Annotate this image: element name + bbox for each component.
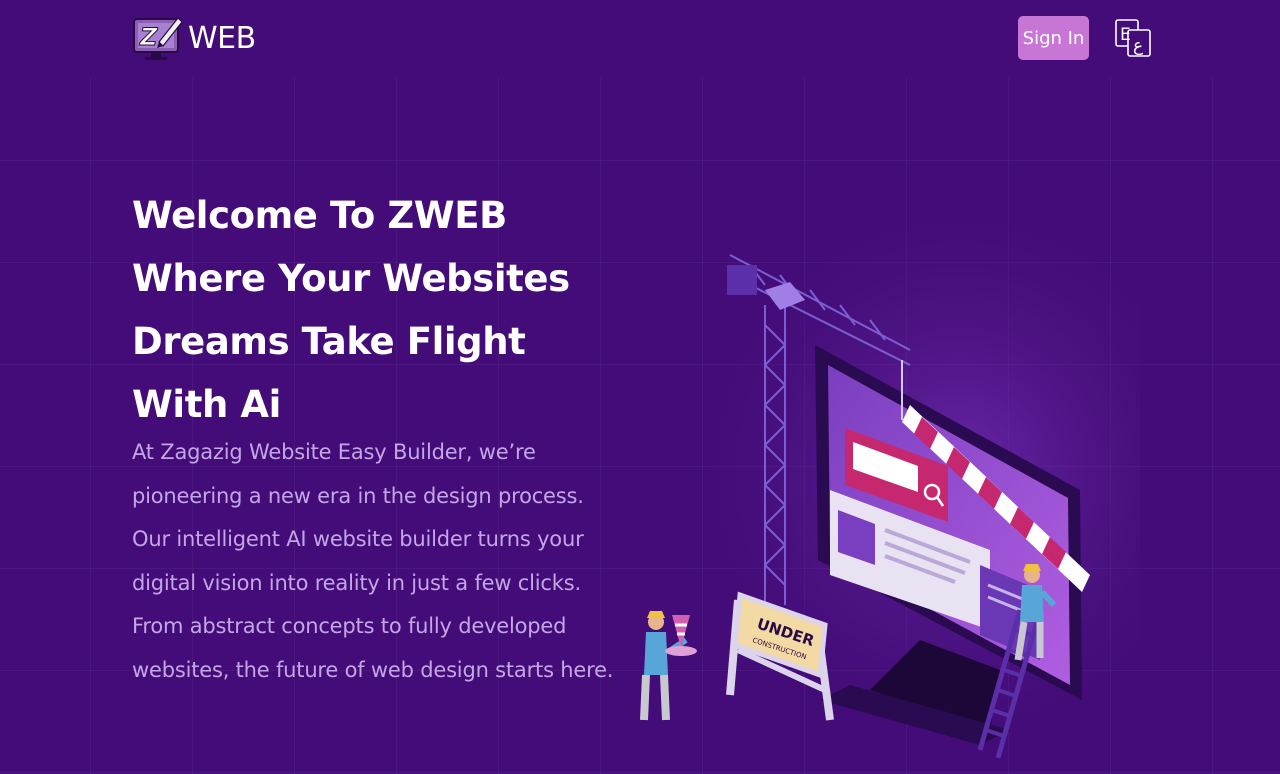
construction-illustration: UNDER CONSTRUCTION [620,230,1140,770]
logo[interactable]: Z WEB [132,12,256,64]
navbar: Z WEB Sign In E ع [0,0,1280,78]
svg-text:Z: Z [139,23,158,51]
translate-icon[interactable]: E ع [1113,18,1153,58]
hero-description: At Zagazig Website Easy Builder, we’re p… [132,440,614,682]
svg-text:E: E [1120,25,1131,45]
sign-in-button[interactable]: Sign In [1018,16,1089,60]
hero-title: Welcome To ZWEB Where Your Websites Drea… [132,194,570,426]
zweb-logo-icon: Z [133,17,183,60]
svg-text:ع: ع [1133,36,1143,56]
logo-text: WEB [188,20,256,56]
